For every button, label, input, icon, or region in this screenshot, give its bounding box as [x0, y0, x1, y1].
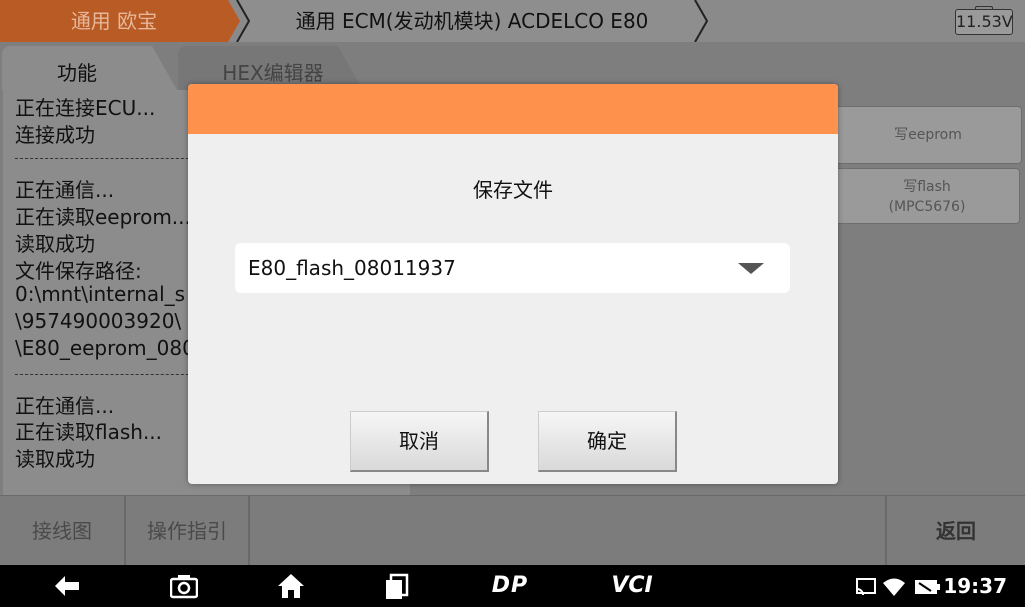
system-nav-bar: DP VCI 19:37	[0, 565, 1025, 607]
log-line: 文件保存路径:	[15, 259, 142, 283]
tab-function-label: 功能	[57, 61, 97, 85]
write-flash-button[interactable]: 写flash (MPC5676)	[834, 168, 1020, 224]
wiring-diagram-button[interactable]: 接线图	[0, 496, 126, 566]
log-line: \E80_eeprom_080	[15, 336, 195, 360]
vci-button[interactable]: VCI	[600, 565, 664, 607]
dialog-title: 保存文件	[473, 178, 553, 202]
write-eeprom-button[interactable]: 写eeprom	[834, 106, 1022, 164]
log-line: 0:\mnt\internal_s	[15, 282, 186, 306]
battery-voltage: 11.53V	[955, 6, 1013, 35]
operation-guide-button[interactable]: 操作指引	[126, 496, 250, 566]
back-arrow-icon[interactable]	[52, 574, 82, 598]
breadcrumb-divider-icon	[694, 0, 708, 42]
log-line: 读取成功	[15, 447, 95, 471]
write-flash-label: 写flash	[903, 179, 951, 195]
cancel-button[interactable]: 取消	[350, 411, 489, 472]
breadcrumb-brand[interactable]: 通用 欧宝	[0, 0, 240, 42]
back-button[interactable]: 返回	[885, 496, 1025, 566]
log-line: 正在通信...	[15, 394, 115, 418]
system-clock: 19:37	[943, 574, 1007, 598]
recent-apps-icon[interactable]	[383, 573, 411, 601]
log-line: 正在连接ECU...	[15, 96, 156, 120]
camera-icon[interactable]	[170, 573, 198, 599]
bottom-function-bar: 接线图 操作指引 返回	[0, 495, 1025, 566]
breadcrumb-brand-label: 通用 欧宝	[70, 9, 158, 33]
breadcrumb-module-label: 通用 ECM(发动机模块) ACDELCO E80	[295, 9, 649, 33]
battery-icon	[915, 580, 940, 594]
tab-function[interactable]: 功能	[2, 46, 177, 90]
confirm-button[interactable]: 确定	[538, 411, 677, 472]
log-line: \957490003920\	[15, 309, 182, 333]
filename-input[interactable]	[235, 243, 728, 293]
log-line: 读取成功	[15, 232, 95, 256]
dropdown-arrow-icon[interactable]	[738, 263, 764, 274]
dp-button[interactable]: DP	[482, 565, 538, 607]
cast-icon	[856, 578, 876, 596]
filename-combobox[interactable]	[235, 243, 790, 293]
wifi-icon	[883, 578, 905, 596]
write-flash-model: (MPC5676)	[888, 199, 966, 215]
log-line: 正在读取eeprom...	[15, 205, 191, 229]
log-line: 正在读取flash...	[15, 420, 163, 444]
breadcrumb-module[interactable]: 通用 ECM(发动机模块) ACDELCO E80	[238, 0, 706, 42]
save-file-dialog: 保存文件 取消 确定	[188, 84, 838, 484]
dialog-header	[188, 84, 838, 134]
home-icon[interactable]	[277, 572, 305, 600]
log-line: 连接成功	[15, 123, 95, 147]
write-eeprom-label: 写eeprom	[894, 127, 962, 143]
breadcrumb-divider-icon	[236, 0, 250, 42]
log-line: 正在通信...	[15, 178, 115, 202]
